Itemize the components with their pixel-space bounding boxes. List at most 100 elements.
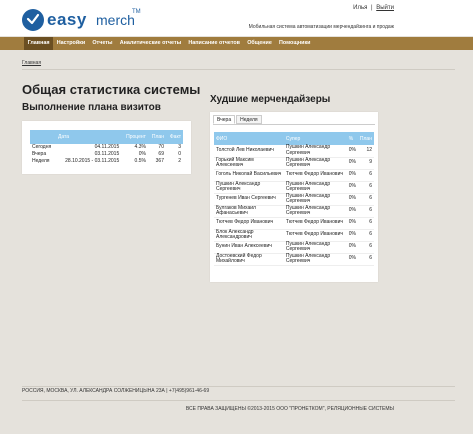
nav-item-1[interactable]: Главная xyxy=(24,37,54,50)
worst-row: Блок Александр Александрович Тютчев Федор… xyxy=(214,229,374,242)
plan-col-header: Процент xyxy=(121,130,148,144)
check-mark-icon xyxy=(26,13,40,25)
plan-cell-date: 04.11.2015 xyxy=(94,144,120,150)
worst-tabs: Вчера Неделя xyxy=(213,115,263,124)
worst-cell-name: Бунин Иван Алексеевич xyxy=(214,241,284,254)
worst-section-title: Худшие мерчендайзеры xyxy=(210,94,331,105)
worst-col-header[interactable]: ФИО xyxy=(214,132,284,145)
plan-cell-fact: 3 xyxy=(178,144,181,150)
logout-link[interactable]: Выйти xyxy=(376,5,394,11)
tab-week[interactable]: Неделя xyxy=(236,115,262,124)
plan-cell-percent: 4.3% xyxy=(134,144,146,150)
plan-cell-date: 03.11.2015 xyxy=(94,151,120,157)
worst-cell-percent: 0% xyxy=(346,205,358,218)
worst-cell-plan: 6 xyxy=(357,217,374,230)
plan-cell-percent: 0.5% xyxy=(134,158,146,164)
worst-cell-name: Гоголь Николай Васильевич xyxy=(214,169,284,182)
worst-cell-percent: 0% xyxy=(346,241,358,254)
logo-merch-text: merch xyxy=(96,12,135,28)
plan-col-header xyxy=(30,130,56,144)
nav-item-3[interactable]: Отчеты xyxy=(89,37,116,50)
plan-cell-plan: 69 xyxy=(158,151,164,157)
plan-cell-fact: 0 xyxy=(178,151,181,157)
plan-col-header: План xyxy=(147,130,166,144)
worst-table-header: ФИО Супер% План xyxy=(214,132,374,145)
nav-item-7[interactable]: Помощники xyxy=(275,37,314,50)
worst-cell-plan: 6 xyxy=(357,169,374,182)
plan-col-header: Факт xyxy=(165,130,183,144)
breadcrumb-divider xyxy=(22,69,455,70)
worst-table: ФИО Супер% План Толстой Лев Николаевич Пушк… xyxy=(214,132,374,266)
nav-item-6[interactable]: Общение xyxy=(244,37,276,50)
worst-cell-plan: 6 xyxy=(357,241,374,254)
plan-row: Сегодня 04.11.2015 4.3% 70 3 xyxy=(30,144,183,151)
worst-cell-plan: 6 xyxy=(357,181,374,194)
plan-cell-fact: 2 xyxy=(178,158,181,164)
worst-cell-percent: 0% xyxy=(346,157,358,170)
worst-cell-percent: 0% xyxy=(346,217,358,230)
user-links: Илья | Выйти xyxy=(353,5,394,11)
plan-row: Вчера 03.11.2015 0% 69 0 xyxy=(30,151,183,158)
header: easy merch TM Илья | Выйти Мобильная сис… xyxy=(0,0,473,36)
plan-table-header: Дата Процент План Факт xyxy=(30,130,183,144)
tabs-divider xyxy=(213,124,375,125)
worst-col-header[interactable]: % xyxy=(346,132,358,145)
footer-divider-bottom xyxy=(22,400,455,401)
plan-panel: Дата Процент План Факт Сегодня 04.11.2015 4.3… xyxy=(22,121,191,174)
worst-table-body: Толстой Лев Николаевич Пушкин Александр С… xyxy=(214,145,374,266)
worst-cell-plan: 12 xyxy=(357,145,374,158)
worst-panel: Вчера Неделя ФИО Супер% План Толстой Лев Ни… xyxy=(210,112,378,282)
worst-cell-name: Тютчев Федор Иванович xyxy=(214,217,284,230)
plan-cell-percent: 0% xyxy=(138,151,146,157)
worst-cell-super: Пушкин Александр Сергеевич xyxy=(283,241,347,254)
worst-cell-percent: 0% xyxy=(346,169,358,182)
worst-cell-percent: 0% xyxy=(346,145,358,158)
breadcrumb-home[interactable]: Главная xyxy=(22,60,41,66)
worst-cell-name: Тургенев Иван Сергеевич xyxy=(214,193,284,206)
worst-col-header[interactable]: План xyxy=(357,132,374,145)
worst-row: Толстой Лев Николаевич Пушкин Александр С… xyxy=(214,145,374,158)
plan-cell-plan: 70 xyxy=(158,144,164,150)
worst-cell-name: Толстой Лев Николаевич xyxy=(214,145,284,158)
plan-cell-period: Сегодня xyxy=(32,144,52,150)
plan-section-title: Выполнение плана визитов xyxy=(22,102,161,113)
worst-cell-super: Пушкин Александр Сергеевич xyxy=(283,253,347,266)
worst-row: Горький Максим Алексеевич Пушкин Александ… xyxy=(214,157,374,170)
worst-cell-name: Горький Максим Алексеевич xyxy=(214,157,284,170)
worst-cell-super: Пушкин Александр Сергеевич xyxy=(283,193,347,206)
user-name-link[interactable]: Илья xyxy=(353,5,367,11)
worst-cell-super: Тютчев Федор Иванович xyxy=(283,229,347,242)
worst-cell-plan: 9 xyxy=(357,157,374,170)
user-links-separator: | xyxy=(371,5,373,11)
footer-address: РОССИЯ, МОСКВА, УЛ. АЛЕКСАНДРА СОЛЖЕНИЦЫ… xyxy=(22,388,210,394)
worst-row: Булгаков Михаил Афанасьевич Пушкин Алекса… xyxy=(214,205,374,218)
nav-item-4[interactable]: Аналитические отчеты xyxy=(116,37,185,50)
worst-cell-name: Булгаков Михаил Афанасьевич xyxy=(214,205,284,218)
worst-cell-super: Тютчев Федор Иванович xyxy=(283,169,347,182)
tagline: Мобильная система автоматизации мерченда… xyxy=(248,24,394,30)
tab-yesterday[interactable]: Вчера xyxy=(213,115,236,124)
check-circle-icon xyxy=(22,9,44,31)
worst-cell-plan: 6 xyxy=(357,253,374,266)
logo-trademark: TM xyxy=(132,9,141,15)
worst-cell-percent: 0% xyxy=(346,229,358,242)
worst-cell-plan: 6 xyxy=(357,193,374,206)
main-nav-list: Главная Настройки Отчеты Аналитические отче… xyxy=(24,37,314,50)
nav-item-2[interactable]: Настройки xyxy=(53,37,89,50)
worst-row: Достоевский Федор Михайлович Пушкин Алекс… xyxy=(214,253,374,266)
worst-row: Тютчев Федор Иванович Тютчев Федор Иванов… xyxy=(214,217,374,230)
worst-row: Пушкин Александр Сергеевич Пушкин Алексан… xyxy=(214,181,374,194)
plan-cell-period: Неделя xyxy=(32,158,50,164)
nav-item-5[interactable]: Написание отчетов xyxy=(185,37,244,50)
plan-cell-plan: 367 xyxy=(155,158,164,164)
plan-col-header: Дата xyxy=(56,130,122,144)
worst-cell-super: Пушкин Александр Сергеевич xyxy=(283,181,347,194)
worst-cell-plan: 6 xyxy=(357,229,374,242)
plan-table: Дата Процент План Факт Сегодня 04.11.2015 4.3… xyxy=(30,130,183,165)
main-nav: Главная Настройки Отчеты Аналитические отче… xyxy=(0,37,473,50)
logo[interactable]: easy merch TM xyxy=(22,9,142,33)
worst-cell-percent: 0% xyxy=(346,181,358,194)
worst-cell-super: Пушкин Александр Сергеевич xyxy=(283,205,347,218)
worst-col-header[interactable]: Супер xyxy=(283,132,347,145)
worst-row: Бунин Иван Алексеевич Пушкин Александр Се… xyxy=(214,241,374,254)
